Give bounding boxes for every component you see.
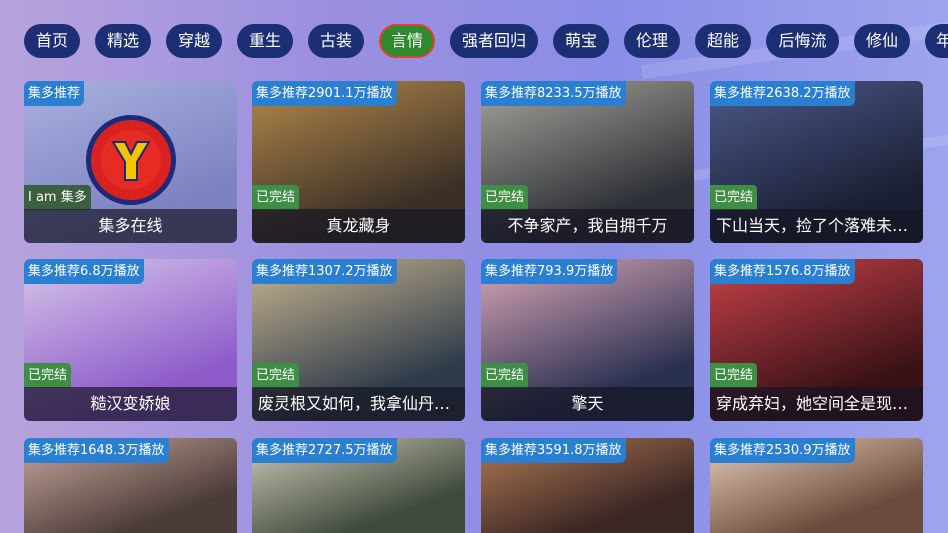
recommend-badge: 集多推荐1576.8万播放 [710,259,855,284]
recommend-badge: 集多推荐8233.5万播放 [481,81,626,106]
recommend-badge: 集多推荐6.8万播放 [24,259,144,284]
video-card[interactable]: 集多推荐2530.9万播放 [710,438,923,533]
video-card[interactable]: 集多推荐1648.3万播放 [24,438,237,533]
category-tab-bar: 首页 精选 穿越 重生 古装 言情 强者回归 萌宝 伦理 超能 后悔流 修仙 年 [0,22,948,60]
status-badge: 已完结 [710,363,758,388]
tab-regret[interactable]: 后悔流 [766,24,839,58]
tab-ethics[interactable]: 伦理 [624,24,680,58]
video-card[interactable]: 集多推荐3591.8万播放 [481,438,694,533]
recommend-badge: 集多推荐3591.8万播放 [481,438,626,463]
status-badge: 已完结 [710,185,758,210]
recommend-badge: 集多推荐2727.5万播放 [252,438,397,463]
tab-cute-baby[interactable]: 萌宝 [553,24,609,58]
tab-romance[interactable]: 言情 [379,24,435,58]
video-card[interactable]: 集多推荐2901.1万播放 已完结 真龙藏身 [252,81,465,243]
card-title: 擎天 [481,387,694,421]
video-card[interactable]: 集多推荐6.8万播放 已完结 糙汉变娇娘 [24,259,237,421]
tab-strong-return[interactable]: 强者回归 [450,24,538,58]
video-card[interactable]: 集多推荐1307.2万播放 已完结 废灵根又如何，我拿仙丹当... [252,259,465,421]
y-logo-icon [111,141,151,181]
tab-year[interactable]: 年 [925,24,948,58]
recommend-badge: 集多推荐2530.9万播放 [710,438,855,463]
card-title: 糙汉变娇娘 [24,387,237,421]
video-card[interactable]: 集多推荐1576.8万播放 已完结 穿成弃妇，她空间全是现代... [710,259,923,421]
card-title: 废灵根又如何，我拿仙丹当... [252,387,465,421]
video-card[interactable]: 集多推荐2638.2万播放 已完结 下山当天，捡了个落难未婚... [710,81,923,243]
tab-cultivation[interactable]: 修仙 [854,24,910,58]
video-card[interactable]: 集多推荐 I am 集多 集多在线 [24,81,237,243]
recommend-badge: 集多推荐1648.3万播放 [24,438,169,463]
card-title: 下山当天，捡了个落难未婚... [710,209,923,243]
status-badge: 已完结 [481,185,529,210]
tab-rebirth[interactable]: 重生 [237,24,293,58]
tab-time-travel[interactable]: 穿越 [166,24,222,58]
recommend-badge: 集多推荐2901.1万播放 [252,81,397,106]
status-badge: 已完结 [252,363,300,388]
status-badge: 已完结 [481,363,529,388]
card-title: 穿成弃妇，她空间全是现代... [710,387,923,421]
card-title: 集多在线 [24,209,237,243]
status-badge: 已完结 [252,185,300,210]
recommend-badge: 集多推荐1307.2万播放 [252,259,397,284]
card-title: 真龙藏身 [252,209,465,243]
video-card[interactable]: 集多推荐8233.5万播放 已完结 不争家产，我自拥千万 [481,81,694,243]
card-title: 不争家产，我自拥千万 [481,209,694,243]
video-card[interactable]: 集多推荐793.9万播放 已完结 擎天 [481,259,694,421]
app-logo [86,115,176,205]
status-badge: I am 集多 [24,185,91,210]
status-badge: 已完结 [24,363,72,388]
tab-superpower[interactable]: 超能 [695,24,751,58]
tab-home[interactable]: 首页 [24,24,80,58]
logo-inner [101,130,161,190]
tab-costume[interactable]: 古装 [308,24,364,58]
recommend-badge: 集多推荐2638.2万播放 [710,81,855,106]
tab-featured[interactable]: 精选 [95,24,151,58]
video-card[interactable]: 集多推荐2727.5万播放 [252,438,465,533]
recommend-badge: 集多推荐793.9万播放 [481,259,618,284]
recommend-badge: 集多推荐 [24,81,85,106]
